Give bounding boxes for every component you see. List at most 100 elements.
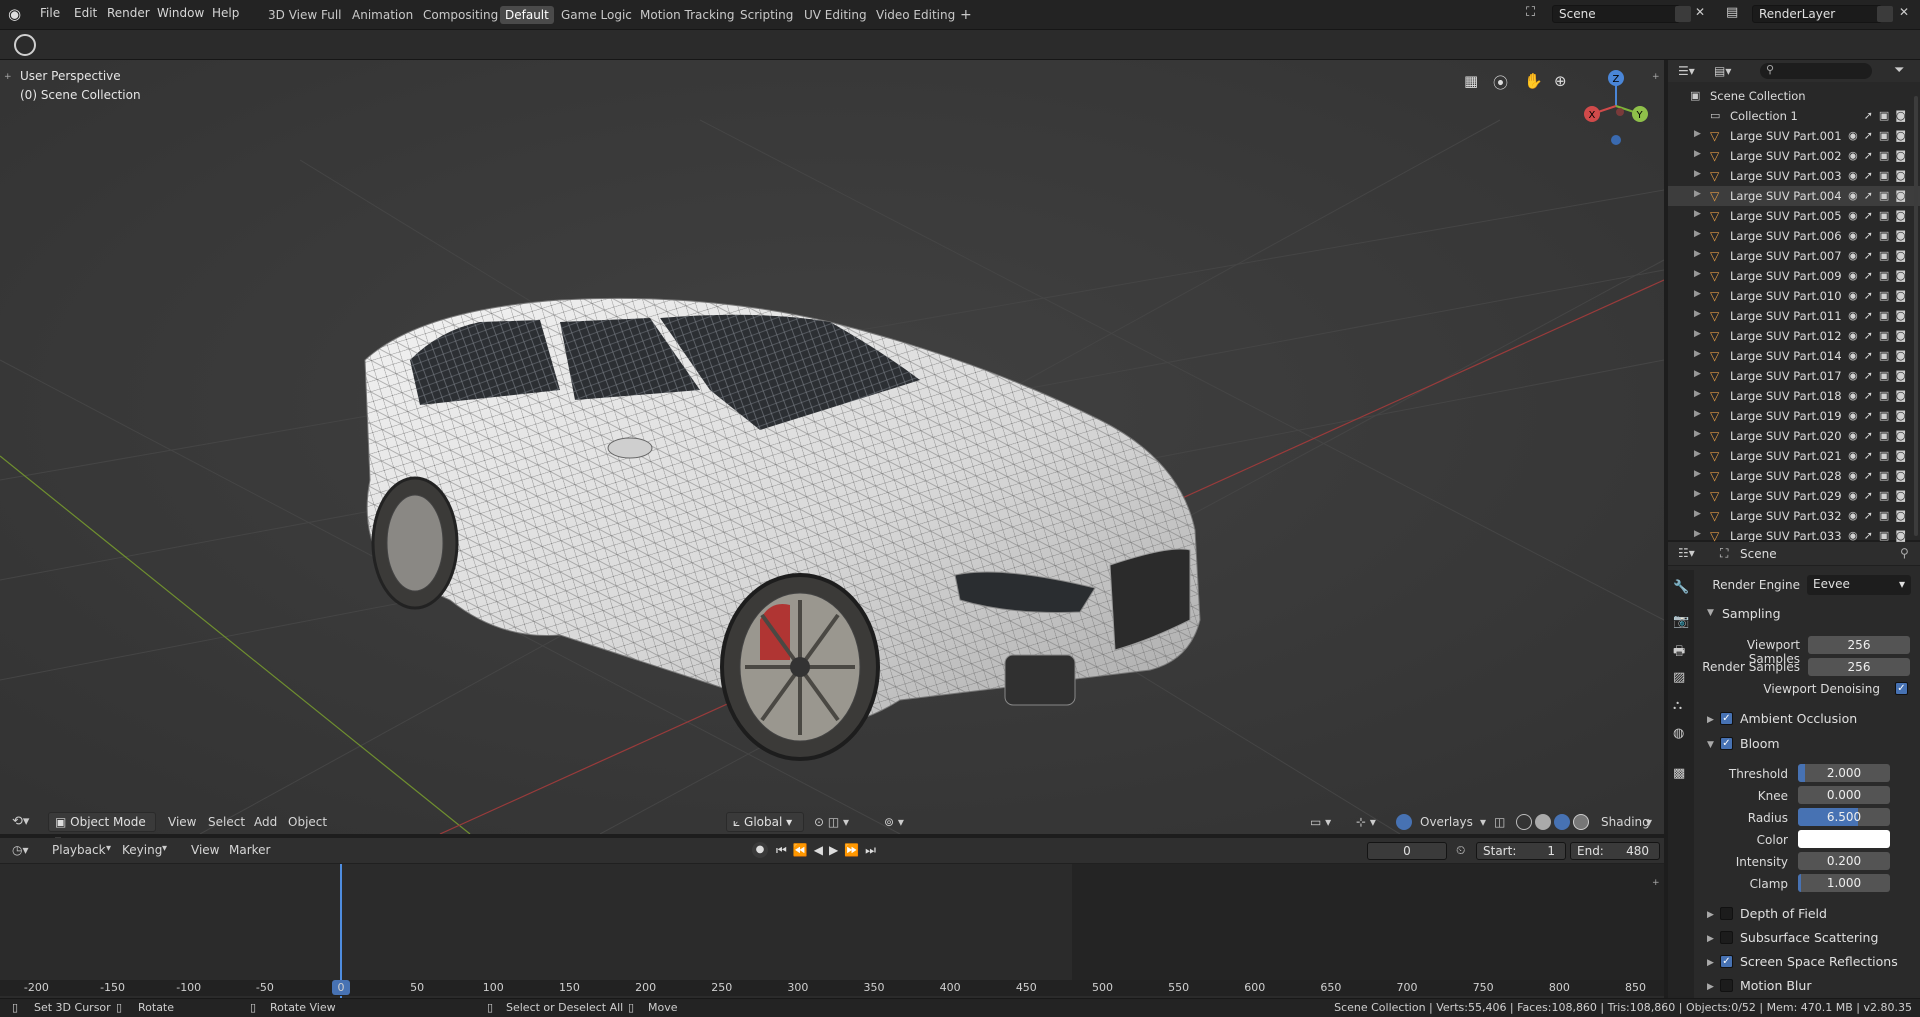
expand-triangle-icon[interactable]: ▶ bbox=[1694, 509, 1701, 519]
timeline-area[interactable]: + bbox=[0, 864, 1664, 998]
outliner-editor-type-icon[interactable]: ☰▾ bbox=[1678, 64, 1695, 78]
outliner-scrollbar[interactable] bbox=[1914, 96, 1918, 536]
clamp-slider[interactable]: 1.000 bbox=[1798, 874, 1890, 892]
viewport-menu-add[interactable]: Add bbox=[254, 815, 277, 829]
bloom-color-swatch[interactable] bbox=[1798, 830, 1890, 848]
texture-tab-icon[interactable]: ▩ bbox=[1673, 766, 1685, 781]
visibility-icons[interactable]: ◉➚▣◙ bbox=[1848, 409, 1912, 422]
pin-icon[interactable]: ⚲ bbox=[1900, 546, 1909, 560]
motion-blur-expand-icon[interactable]: ▶ bbox=[1707, 982, 1714, 992]
outliner-object-row[interactable]: ▶ ▽ Large SUV Part.020 ◉➚▣◙ bbox=[1668, 426, 1920, 446]
ao-checkbox[interactable]: ✓ bbox=[1720, 712, 1733, 725]
expand-triangle-icon[interactable]: ▶ bbox=[1694, 369, 1701, 379]
visibility-icons[interactable]: ◉➚▣◙ bbox=[1848, 329, 1912, 342]
viewport-samples-field[interactable]: 256 bbox=[1808, 636, 1910, 654]
tab-game-logic[interactable]: Game Logic bbox=[556, 6, 637, 24]
visibility-icons[interactable]: ◉➚▣◙ bbox=[1848, 129, 1912, 142]
visibility-icons[interactable]: ◉➚▣◙ bbox=[1848, 369, 1912, 382]
expand-triangle-icon[interactable]: ▶ bbox=[1694, 229, 1701, 239]
outliner-object-row[interactable]: ▶ ▽ Large SUV Part.028 ◉➚▣◙ bbox=[1668, 466, 1920, 486]
visibility-icons[interactable]: ◉➚▣◙ bbox=[1848, 429, 1912, 442]
intensity-slider[interactable]: 0.200 bbox=[1798, 852, 1890, 870]
tab-uv-editing[interactable]: UV Editing bbox=[799, 6, 872, 24]
delete-scene-icon[interactable]: ✕ bbox=[1695, 5, 1705, 19]
menu-window[interactable]: Window bbox=[157, 6, 204, 20]
motion-blur-panel-header[interactable]: Motion Blur bbox=[1740, 978, 1811, 993]
visibility-icons[interactable]: ◉➚▣◙ bbox=[1848, 349, 1912, 362]
menu-render[interactable]: Render bbox=[107, 6, 150, 20]
visibility-icons[interactable]: ◉➚▣◙ bbox=[1848, 389, 1912, 402]
editor-type-icon[interactable]: ⟲▾ bbox=[12, 814, 29, 829]
expand-triangle-icon[interactable]: ▶ bbox=[1694, 449, 1701, 459]
sampling-panel-header[interactable]: Sampling bbox=[1722, 606, 1781, 621]
toolbar-toggle-icon[interactable]: + bbox=[4, 72, 12, 82]
outliner-object-row[interactable]: ▶ ▽ Large SUV Part.017 ◉➚▣◙ bbox=[1668, 366, 1920, 386]
viewport-menu-object[interactable]: Object bbox=[288, 815, 327, 829]
3d-viewport[interactable]: User Perspective (0) Scene Collection + … bbox=[0, 60, 1664, 834]
transform-tool-icon[interactable] bbox=[14, 34, 36, 56]
visibility-icons[interactable]: ◉➚▣◙ bbox=[1848, 229, 1912, 242]
timeline-menu-view[interactable]: View bbox=[191, 843, 219, 857]
properties-editor-type-icon[interactable]: ☷▾ bbox=[1678, 546, 1695, 560]
visibility-icons[interactable]: ◉➚▣◙ bbox=[1848, 449, 1912, 462]
timeline-editor-type-icon[interactable]: ◷▾ bbox=[12, 843, 29, 857]
current-frame-field[interactable]: 0 bbox=[1367, 842, 1447, 860]
outliner-object-row[interactable]: ▶ ▽ Large SUV Part.002 ◉➚▣◙ bbox=[1668, 146, 1920, 166]
tab-default[interactable]: Default bbox=[500, 6, 554, 24]
outliner-scene-collection[interactable]: ▣ Scene Collection bbox=[1668, 86, 1920, 106]
knee-slider[interactable]: 0.000 bbox=[1798, 786, 1890, 804]
sss-expand-icon[interactable]: ▶ bbox=[1707, 934, 1714, 944]
ssr-panel-header[interactable]: Screen Space Reflections bbox=[1740, 954, 1898, 969]
menu-file[interactable]: File bbox=[40, 6, 60, 20]
visibility-icons[interactable]: ◉➚▣◙ bbox=[1848, 149, 1912, 162]
tab-compositing[interactable]: Compositing bbox=[418, 6, 503, 24]
outliner-object-row[interactable]: ▶ ▽ Large SUV Part.006 ◉➚▣◙ bbox=[1668, 226, 1920, 246]
motion-blur-checkbox[interactable] bbox=[1720, 979, 1733, 992]
render-engine-dropdown[interactable]: Eevee ▾ bbox=[1807, 575, 1911, 595]
tab-animation[interactable]: Animation bbox=[347, 6, 418, 24]
render-tab-icon[interactable]: 📷 bbox=[1673, 614, 1689, 629]
start-frame-field[interactable]: Start: 1 bbox=[1476, 842, 1566, 860]
menu-edit[interactable]: Edit bbox=[74, 6, 97, 20]
expand-triangle-icon[interactable]: ▶ bbox=[1694, 529, 1701, 539]
expand-triangle-icon[interactable]: ▶ bbox=[1694, 149, 1701, 159]
outliner-object-row[interactable]: ▶ ▽ Large SUV Part.021 ◉➚▣◙ bbox=[1668, 446, 1920, 466]
shading-chevron-down-icon[interactable]: ▾ bbox=[1646, 815, 1652, 829]
visibility-icons[interactable]: ◉➚▣◙ bbox=[1848, 509, 1912, 522]
visibility-icons[interactable]: ◉➚▣◙ bbox=[1848, 249, 1912, 262]
tool-tab-icon[interactable]: 🔧 bbox=[1673, 580, 1689, 595]
scene-icon[interactable]: ⛶ bbox=[1526, 5, 1535, 20]
scene-name-field[interactable]: Scene bbox=[1552, 5, 1680, 23]
expand-triangle-icon[interactable]: ▶ bbox=[1694, 169, 1701, 179]
overlays-chevron-down-icon[interactable]: ▾ bbox=[1480, 815, 1486, 829]
visibility-icons[interactable]: ◉➚▣◙ bbox=[1848, 289, 1912, 302]
timeline-menu-keying[interactable]: Keying bbox=[122, 843, 162, 857]
timeline-sidebar-toggle-icon[interactable]: + bbox=[1652, 878, 1660, 888]
solid-shading-icon[interactable] bbox=[1535, 814, 1551, 830]
view-object-types-icon[interactable]: ▭ ▾ bbox=[1310, 815, 1331, 829]
playback-controls-icon[interactable]: ⏮⏪◀▶⏩⏭ bbox=[776, 843, 882, 858]
sss-panel-header[interactable]: Subsurface Scattering bbox=[1740, 930, 1878, 945]
camera-icon[interactable]: ⦿ bbox=[1493, 72, 1508, 93]
view-layer-tab-icon[interactable]: ▨ bbox=[1673, 670, 1685, 685]
tab-motion-tracking[interactable]: Motion Tracking bbox=[635, 6, 739, 24]
outliner-object-row[interactable]: ▶ ▽ Large SUV Part.005 ◉➚▣◙ bbox=[1668, 206, 1920, 226]
delete-view-layer-icon[interactable]: ✕ bbox=[1899, 5, 1909, 19]
expand-triangle-icon[interactable]: ▶ bbox=[1694, 129, 1701, 139]
display-mode-icon[interactable]: ▤▾ bbox=[1714, 64, 1731, 78]
expand-triangle-icon[interactable]: ▶ bbox=[1694, 189, 1701, 199]
ssr-checkbox[interactable]: ✓ bbox=[1720, 955, 1733, 968]
xray-icon[interactable]: ◫ bbox=[1494, 815, 1505, 829]
add-workspace-button[interactable]: + bbox=[955, 6, 977, 24]
outliner-collection[interactable]: ▭ Collection 1 ➚▣◙ bbox=[1668, 106, 1920, 126]
outliner-object-row[interactable]: ▶ ▽ Large SUV Part.004 ◉➚▣◙ bbox=[1668, 186, 1920, 206]
toggle-camera-view-icon[interactable]: ▦ bbox=[1464, 72, 1478, 90]
expand-triangle-icon[interactable]: ▶ bbox=[1694, 269, 1701, 279]
pivot-icon[interactable]: ⊙ ◫ ▾ bbox=[814, 815, 849, 829]
view-layer-icon[interactable]: ▤ bbox=[1726, 5, 1738, 20]
navigation-gizmo[interactable]: Z X Y bbox=[1576, 66, 1656, 146]
dof-expand-icon[interactable]: ▶ bbox=[1707, 910, 1714, 920]
render-samples-field[interactable]: 256 bbox=[1808, 658, 1910, 676]
object-mode-dropdown[interactable]: ▣ Object Mode ▾ bbox=[48, 812, 156, 847]
material-shading-icon[interactable] bbox=[1554, 814, 1570, 830]
